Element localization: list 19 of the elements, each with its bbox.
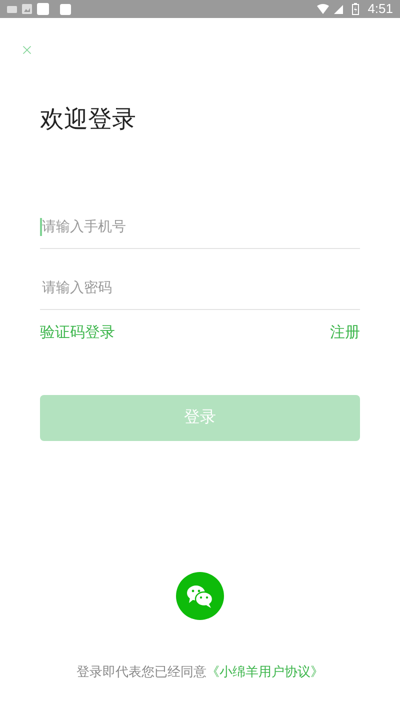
chat-bubbles-icon	[186, 584, 214, 608]
input-field[interactable]: 请输入密码	[40, 278, 360, 296]
image-icon	[22, 4, 32, 14]
sms-login-link[interactable]: 验证码登录	[40, 322, 115, 344]
notification-icon	[60, 4, 71, 14]
page-title: 欢迎登录	[40, 105, 137, 135]
agreement-text: 登录即代表您已经同意《小绵羊用户协议》	[76, 662, 324, 680]
close-button[interactable]	[20, 43, 34, 57]
user-agreement-link[interactable]: 《小绵羊用户协议》	[206, 664, 324, 678]
wifi-icon	[316, 4, 329, 14]
input-field[interactable]: 请输入手机号	[40, 218, 360, 236]
wechat-login-button[interactable]	[176, 572, 224, 620]
close-icon	[20, 43, 34, 57]
keyboard-icon	[7, 6, 17, 12]
battery-icon	[352, 3, 359, 15]
register-link[interactable]: 注册	[330, 322, 360, 344]
notification-icon	[37, 3, 49, 15]
signal-icon	[334, 4, 343, 14]
clock-time: 4:51	[368, 0, 393, 18]
